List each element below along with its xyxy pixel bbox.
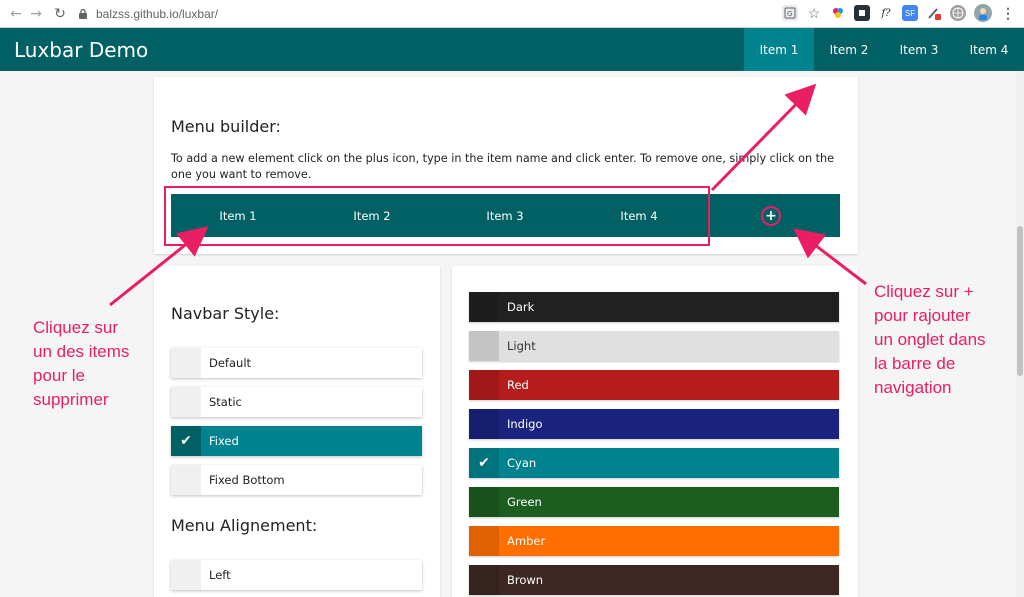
annotation-line: un des items bbox=[33, 342, 130, 361]
brand-title[interactable]: Luxbar Demo bbox=[14, 38, 148, 62]
navbar-style-title: Navbar Style: bbox=[171, 304, 280, 323]
style-option-static[interactable]: Static bbox=[171, 387, 422, 417]
color-label: Cyan bbox=[507, 456, 537, 470]
color-option-green[interactable]: Green bbox=[469, 487, 839, 517]
color-scheme-card: Dark Light Red Indigo ✔ Cyan Green Amber… bbox=[452, 266, 858, 597]
option-label: Fixed Bottom bbox=[209, 473, 285, 487]
star-icon[interactable]: ☆ bbox=[806, 5, 822, 21]
translate-icon[interactable]: G bbox=[782, 5, 798, 21]
color-option-red[interactable]: Red bbox=[469, 370, 839, 400]
menu-icon[interactable]: ⋮ bbox=[1000, 5, 1016, 21]
checkbox[interactable] bbox=[171, 465, 201, 495]
dark-ext-icon[interactable] bbox=[854, 5, 870, 21]
checkbox[interactable] bbox=[469, 370, 499, 400]
align-option-left[interactable]: Left bbox=[171, 560, 422, 590]
svg-text:G: G bbox=[787, 10, 792, 18]
option-label: Static bbox=[209, 395, 242, 409]
option-label: Default bbox=[209, 356, 252, 370]
style-option-default[interactable]: Default bbox=[171, 348, 422, 378]
checkbox[interactable] bbox=[469, 487, 499, 517]
annotation-line: navigation bbox=[874, 378, 952, 397]
color-label: Green bbox=[507, 495, 542, 509]
color-option-indigo[interactable]: Indigo bbox=[469, 409, 839, 439]
menu-builder-title: Menu builder: bbox=[171, 117, 281, 136]
page-scrollbar[interactable] bbox=[1016, 71, 1024, 597]
annotation-line: la barre de bbox=[874, 354, 956, 373]
navbar-item-3[interactable]: Item 3 bbox=[884, 28, 954, 71]
annotation-line: pour le bbox=[33, 366, 85, 385]
annotation-left: Cliquez sur un des items pour le supprim… bbox=[33, 316, 143, 412]
color-option-light[interactable]: Light bbox=[469, 331, 839, 361]
lock-icon bbox=[78, 8, 90, 20]
scroll-thumb[interactable] bbox=[1017, 226, 1023, 376]
address-bar[interactable]: balzss.github.io/luxbar/ bbox=[78, 3, 818, 25]
color-option-amber[interactable]: Amber bbox=[469, 526, 839, 556]
extensions-area: G ☆ f? SF ⋮ bbox=[782, 4, 1016, 22]
menu-builder-description: To add a new element click on the plus i… bbox=[171, 152, 835, 181]
reload-icon[interactable]: ↻ bbox=[50, 4, 70, 24]
menu-alignment-title: Menu Alignement: bbox=[171, 516, 318, 535]
option-label: Left bbox=[209, 568, 231, 582]
pen-ext-icon[interactable] bbox=[926, 5, 942, 21]
color-label: Red bbox=[507, 378, 529, 392]
builder-items-highlight-box bbox=[164, 186, 710, 246]
check-icon[interactable]: ✔ bbox=[469, 448, 499, 478]
annotation-right: Cliquez sur + pour rajouter un onglet da… bbox=[874, 280, 1014, 400]
navbar-item-4[interactable]: Item 4 bbox=[954, 28, 1024, 71]
checkbox[interactable] bbox=[469, 526, 499, 556]
annotation-line: un onglet dans bbox=[874, 330, 986, 349]
color-option-cyan[interactable]: ✔ Cyan bbox=[469, 448, 839, 478]
color-label: Indigo bbox=[507, 417, 543, 431]
color-label: Brown bbox=[507, 573, 544, 587]
back-arrow-icon[interactable]: ← bbox=[6, 4, 26, 24]
check-icon[interactable]: ✔ bbox=[171, 426, 201, 456]
checkbox[interactable] bbox=[171, 387, 201, 417]
color-label: Amber bbox=[507, 534, 546, 548]
url-text: balzss.github.io/luxbar/ bbox=[96, 6, 219, 21]
annotation-line: Cliquez sur bbox=[33, 318, 119, 337]
navbar-item-2[interactable]: Item 2 bbox=[814, 28, 884, 71]
style-option-fixed-bottom[interactable]: Fixed Bottom bbox=[171, 465, 422, 495]
browser-toolbar: ← → ↻ balzss.github.io/luxbar/ G ☆ f? SF… bbox=[0, 0, 1024, 28]
color-option-dark[interactable]: Dark bbox=[469, 292, 839, 322]
f-ext-icon[interactable]: f? bbox=[878, 5, 894, 21]
sf-ext-icon[interactable]: SF bbox=[902, 5, 918, 21]
color-option-brown[interactable]: Brown bbox=[469, 565, 839, 595]
add-item-plus-icon[interactable]: + bbox=[761, 206, 781, 226]
globe-ext-icon[interactable] bbox=[950, 5, 966, 21]
color-label: Light bbox=[507, 339, 536, 353]
checkbox[interactable] bbox=[469, 292, 499, 322]
checkbox[interactable] bbox=[171, 560, 201, 590]
navbar-style-card: Navbar Style: Default Static ✔ Fixed Fix… bbox=[154, 266, 440, 597]
checkbox[interactable] bbox=[469, 565, 499, 595]
annotation-line: pour rajouter bbox=[874, 306, 971, 325]
color-ext-icon[interactable] bbox=[830, 5, 846, 21]
checkbox[interactable] bbox=[469, 409, 499, 439]
option-label: Fixed bbox=[209, 434, 239, 448]
avatar-icon[interactable] bbox=[974, 4, 992, 22]
checkbox[interactable] bbox=[171, 348, 201, 378]
luxbar-navbar: Luxbar Demo Item 1 Item 2 Item 3 Item 4 bbox=[0, 28, 1024, 71]
color-label: Dark bbox=[507, 300, 535, 314]
forward-arrow-icon[interactable]: → bbox=[26, 4, 46, 24]
navbar-item-1[interactable]: Item 1 bbox=[744, 28, 814, 71]
annotation-line: Cliquez sur + bbox=[874, 282, 974, 301]
checkbox[interactable] bbox=[469, 331, 499, 361]
annotation-line: supprimer bbox=[33, 390, 109, 409]
navbar-menu: Item 1 Item 2 Item 3 Item 4 bbox=[744, 28, 1024, 71]
style-option-fixed[interactable]: ✔ Fixed bbox=[171, 426, 422, 456]
